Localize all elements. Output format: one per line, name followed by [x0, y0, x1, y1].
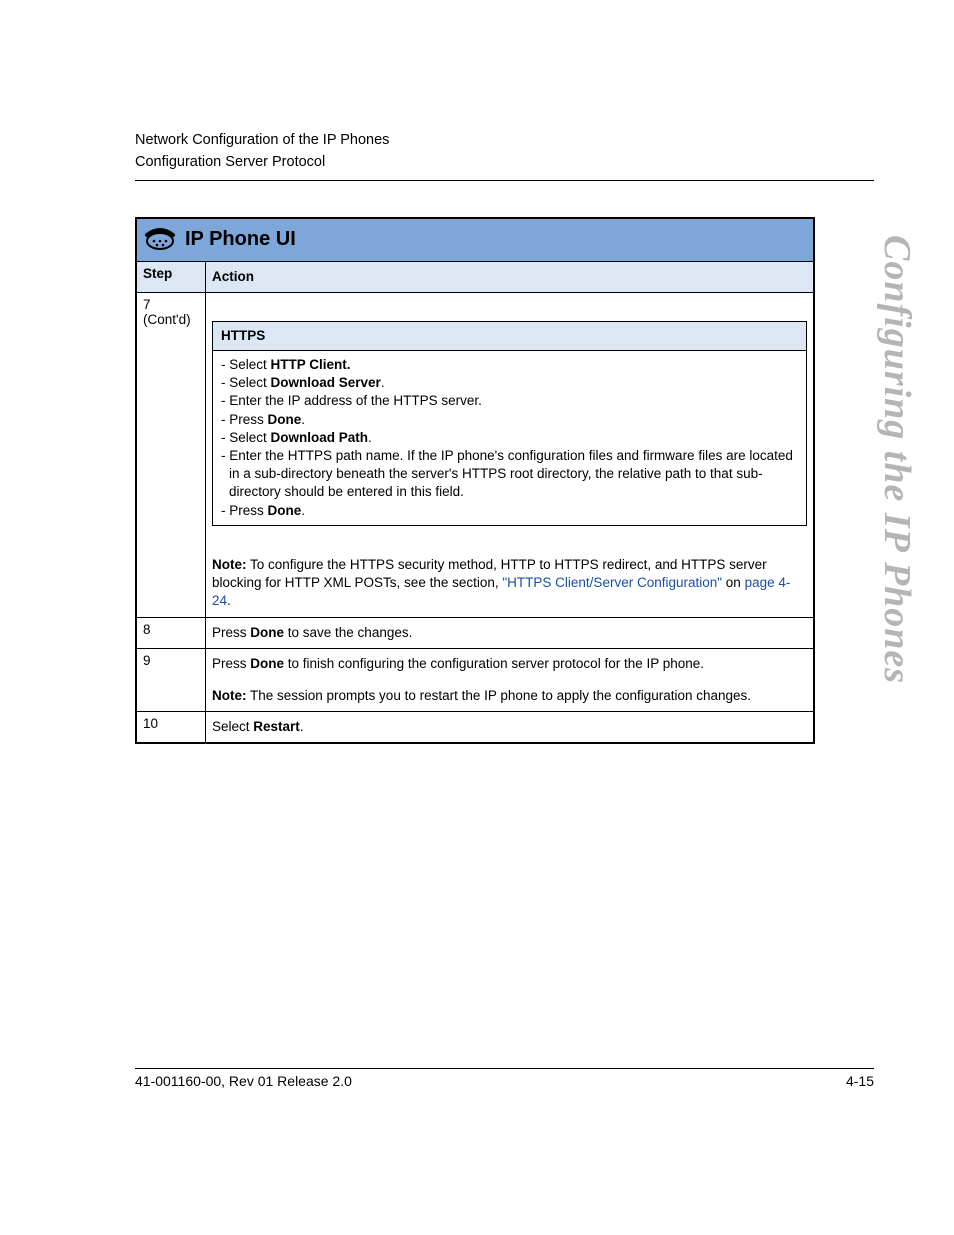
- step-number: 7: [143, 297, 151, 312]
- table-row: 10 Select Restart.: [136, 712, 814, 744]
- table-header-row: Step Action: [136, 261, 814, 292]
- header-line-1: Network Configuration of the IP Phones: [135, 130, 874, 152]
- table-row: 8 Press Done to save the changes.: [136, 617, 814, 648]
- footer-doc-id: 41-001160-00, Rev 01 Release 2.0: [135, 1073, 352, 1089]
- page-content: Network Configuration of the IP Phones C…: [0, 0, 954, 744]
- step-contd: (Cont'd): [143, 312, 191, 327]
- page-footer: 41-001160-00, Rev 01 Release 2.0 4-15: [135, 1068, 874, 1089]
- table-title: IP Phone UI: [185, 228, 296, 251]
- subtable-body-row: - Select HTTP Client. - Select Download …: [213, 350, 807, 525]
- running-header: Network Configuration of the IP Phones C…: [135, 130, 874, 174]
- action-cell: Select Restart.: [206, 712, 815, 744]
- action-cell: HTTPS - Select HTTP Client. - Select Dow…: [206, 292, 815, 617]
- header-rule: [135, 180, 874, 181]
- note-label: Note:: [212, 557, 247, 572]
- step-cell: 8: [136, 617, 206, 648]
- side-tab-title: Configuring the IP Phones: [875, 235, 919, 684]
- footer-page-number: 4-15: [846, 1073, 874, 1089]
- step-cell: 9: [136, 648, 206, 711]
- link-https-config[interactable]: "HTTPS Client/Server Configuration": [502, 575, 722, 590]
- action-cell: Press Done to finish configuring the con…: [206, 648, 815, 711]
- note-label: Note:: [212, 688, 247, 703]
- phone-icon: [143, 223, 177, 257]
- table-title-row: IP Phone UI: [136, 218, 814, 262]
- col-head-action: Action: [206, 261, 815, 292]
- step-cell: 7 (Cont'd): [136, 292, 206, 617]
- step-cell: 10: [136, 712, 206, 744]
- subtable-header: HTTPS: [213, 321, 807, 350]
- col-head-step: Step: [136, 261, 206, 292]
- footer-rule: [135, 1068, 874, 1069]
- procedure-table: IP Phone UI Step Action 7 (Cont'd) HTTPS: [135, 217, 815, 745]
- action-cell: Press Done to save the changes.: [206, 617, 815, 648]
- subtable-title: HTTPS: [213, 321, 807, 350]
- table-row: 9 Press Done to finish configuring the c…: [136, 648, 814, 711]
- subtable-body: - Select HTTP Client. - Select Download …: [213, 350, 807, 525]
- https-subtable: HTTPS - Select HTTP Client. - Select Dow…: [212, 321, 807, 526]
- table-row: 7 (Cont'd) HTTPS - Select HTTP Client. -…: [136, 292, 814, 617]
- header-line-2: Configuration Server Protocol: [135, 152, 874, 174]
- note-block: Note: To configure the HTTPS security me…: [212, 556, 807, 611]
